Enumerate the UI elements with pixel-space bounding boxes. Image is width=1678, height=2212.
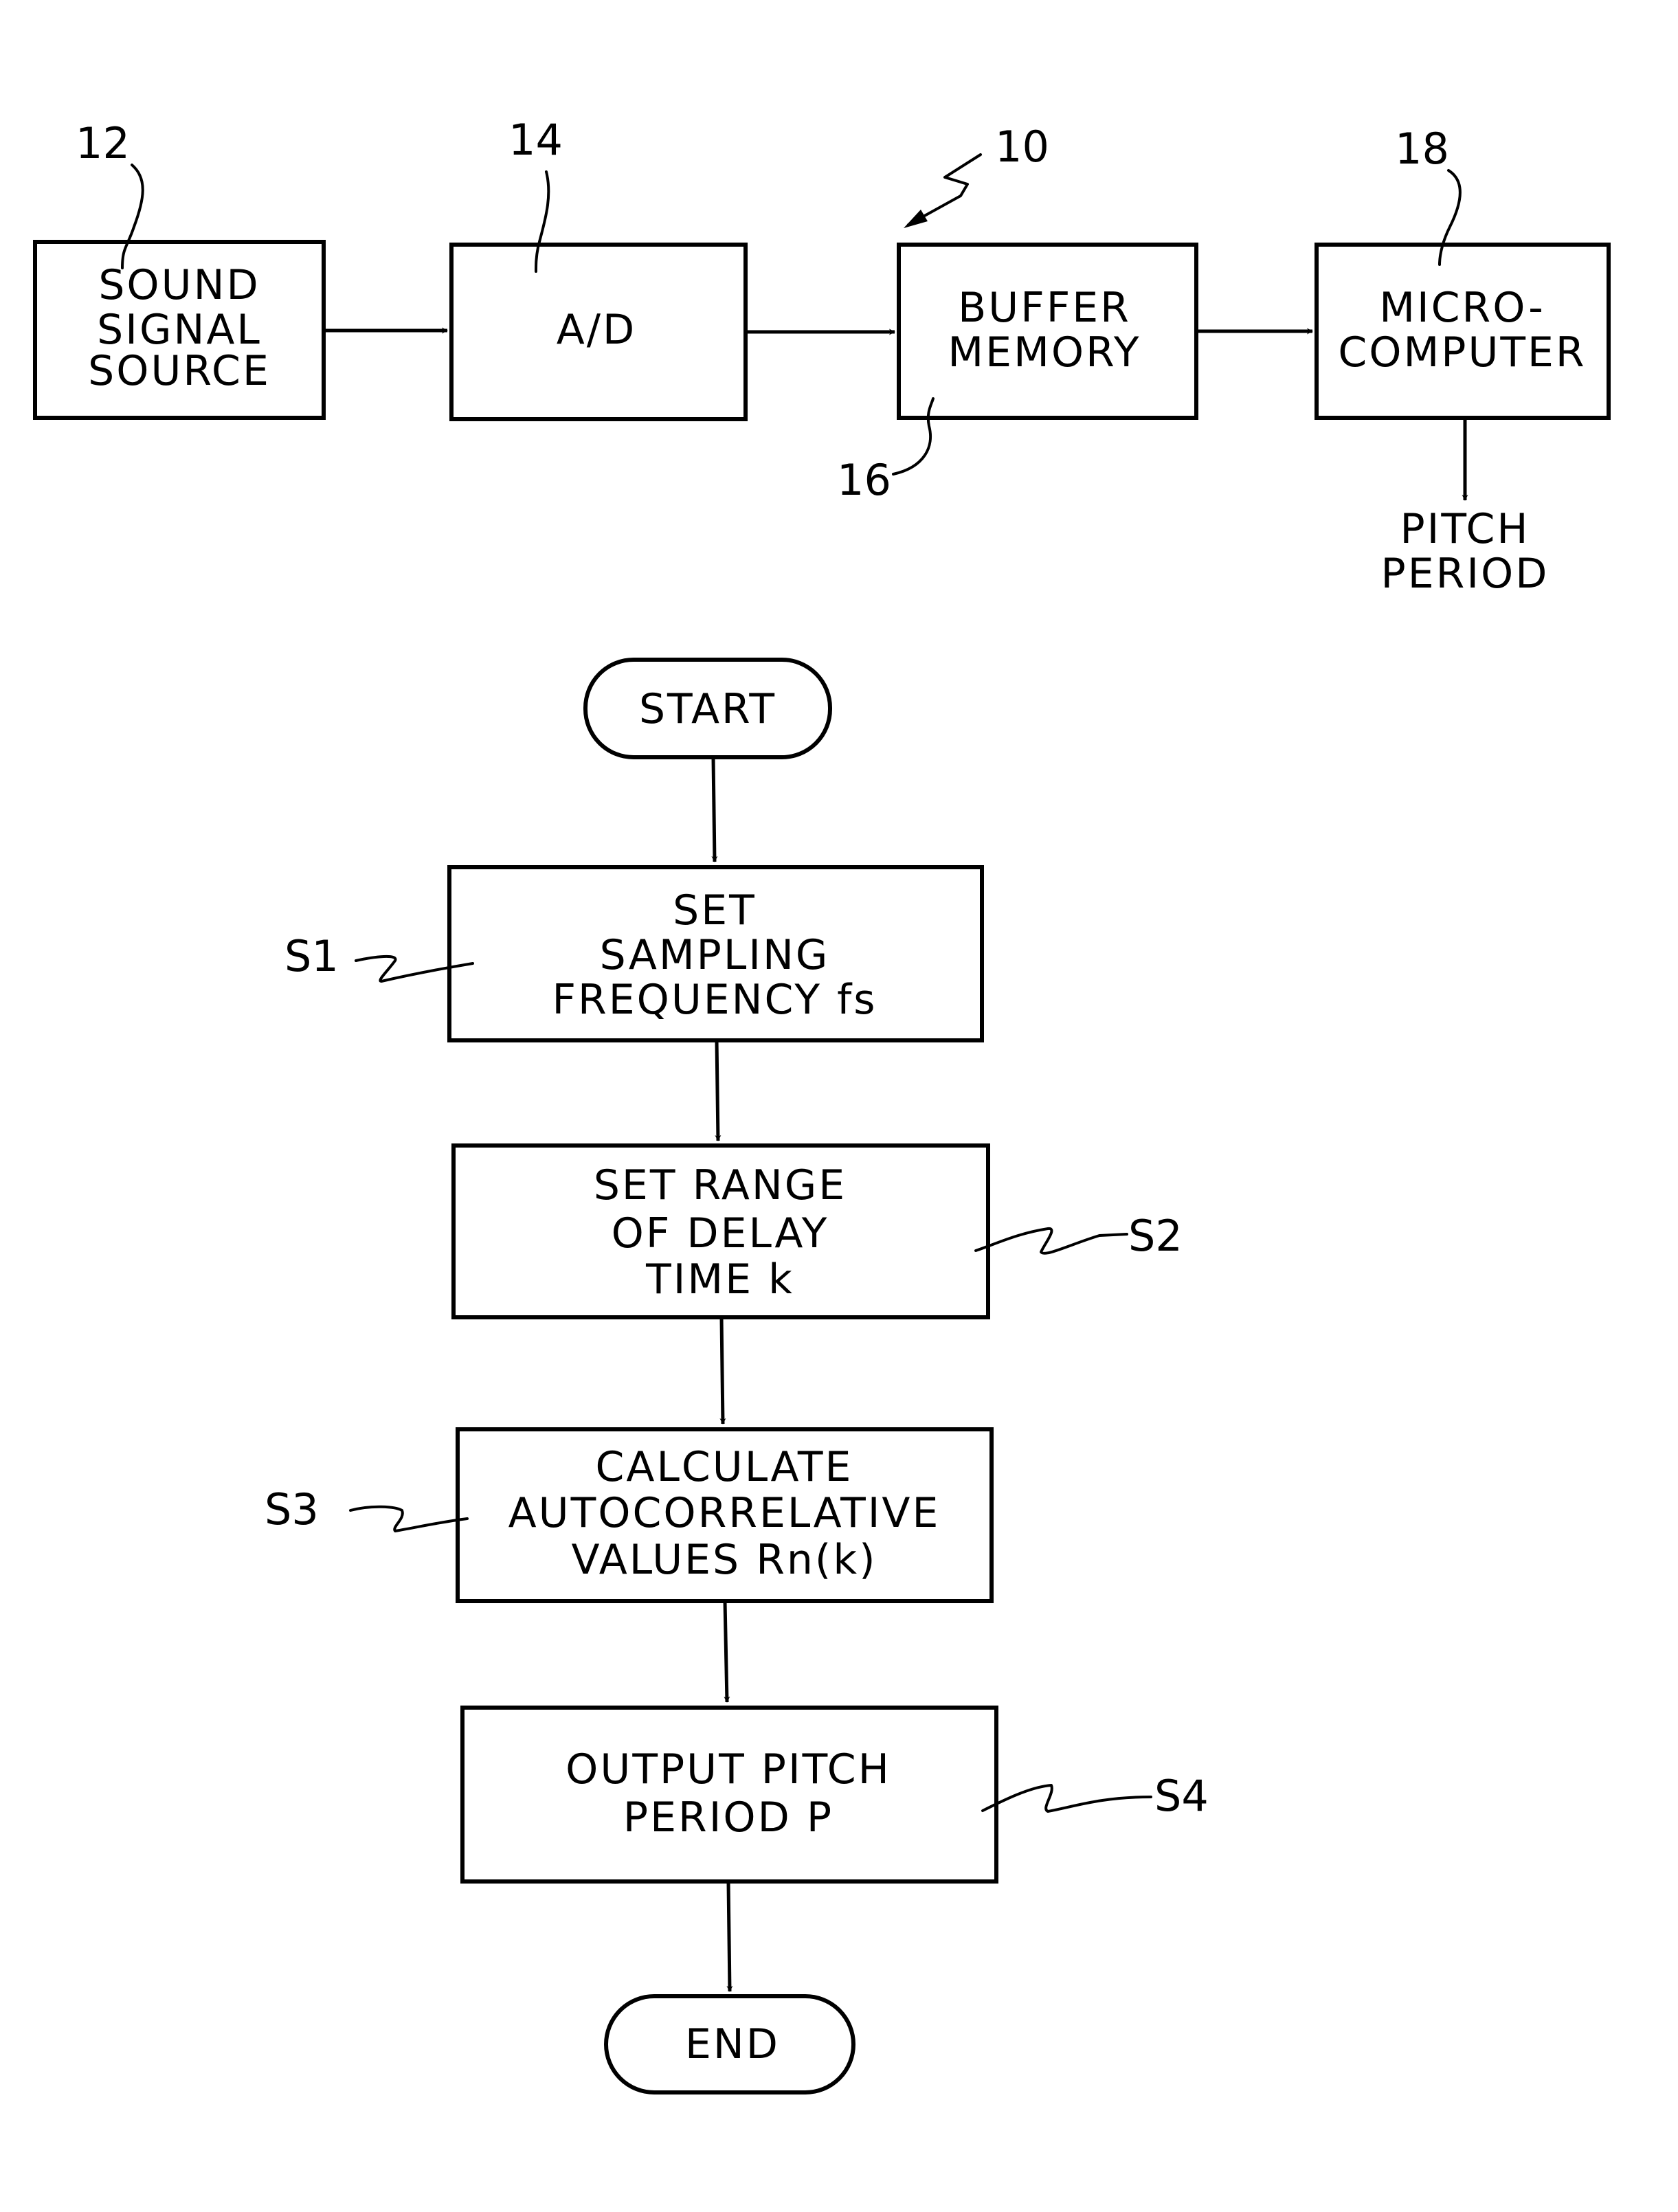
leader-line-s3 xyxy=(349,1505,469,1532)
ref-numeral-10: 10 xyxy=(995,122,1049,172)
end-label: END xyxy=(685,2020,780,2068)
block-18-line-1: MICRO- xyxy=(1379,284,1545,332)
block-ad-converter: A/D xyxy=(449,243,748,421)
arrow-s2-to-s3 xyxy=(719,1317,726,1425)
step-s2-line-2: OF DELAY xyxy=(612,1209,829,1258)
step-s1-line-2: SAMPLING xyxy=(600,931,830,979)
step-s3-line-2: AUTOCORRELATIVE xyxy=(508,1489,941,1537)
ref-numeral-16: 16 xyxy=(837,455,891,505)
step-s2-line-1: SET RANGE xyxy=(594,1161,847,1209)
step-s4-id: S4 xyxy=(1154,1771,1209,1821)
step-s4-line-1: OUTPUT PITCH xyxy=(566,1745,891,1794)
block-14-line-1: A/D xyxy=(557,306,636,354)
patent-figure: #canvas marker path { } SOUND SIGNAL SOU… xyxy=(33,115,1611,2094)
block-16-line-1: BUFFER xyxy=(958,284,1131,332)
end-terminal: END xyxy=(604,1994,855,2094)
leader-line-s4 xyxy=(981,1784,1152,1813)
step-s1: SET SAMPLING FREQUENCY fs xyxy=(447,865,984,1042)
step-s3: CALCULATE AUTOCORRELATIVE VALUES Rn(k) xyxy=(456,1427,994,1603)
block-16-line-2: MEMORY xyxy=(948,328,1141,377)
step-s2-id: S2 xyxy=(1128,1211,1183,1261)
block-sound-signal-source: SOUND SIGNAL SOURCE xyxy=(33,240,326,420)
arrow-s3-to-s4 xyxy=(723,1600,730,1703)
step-s3-line-1: CALCULATE xyxy=(596,1443,853,1491)
step-s4-line-2: PERIOD P xyxy=(623,1794,834,1842)
flowchart: START SET SAMPLING FREQUENCY fs S1 SET R… xyxy=(265,658,1209,2094)
arrowhead-10 xyxy=(904,210,928,228)
output-label-line-1: PITCH xyxy=(1400,505,1530,553)
step-s1-id: S1 xyxy=(284,931,339,981)
step-s2-line-3: TIME k xyxy=(645,1255,794,1304)
arrow-start-to-s1 xyxy=(711,757,718,862)
block-diagram: SOUND SIGNAL SOURCE 12 A/D 14 BUFFER MEM… xyxy=(33,115,1611,598)
step-s1-line-3: FREQUENCY fs xyxy=(552,976,877,1024)
step-s3-line-3: VALUES Rn(k) xyxy=(572,1536,877,1584)
block-18-line-2: COMPUTER xyxy=(1338,328,1586,377)
step-s2: SET RANGE OF DELAY TIME k xyxy=(451,1143,990,1319)
step-s4: OUTPUT PITCH PERIOD P xyxy=(460,1706,998,1884)
start-label: START xyxy=(639,685,776,733)
ref-numeral-18: 18 xyxy=(1395,124,1449,174)
block-microcomputer: MICRO- COMPUTER xyxy=(1315,243,1611,420)
step-s1-line-1: SET xyxy=(673,886,757,935)
output-label-line-2: PERIOD xyxy=(1381,550,1550,598)
ref-numeral-12: 12 xyxy=(76,118,130,168)
arrow-s1-to-s2 xyxy=(715,1040,721,1141)
leader-line-s2 xyxy=(974,1227,1128,1255)
arrow-s4-to-end xyxy=(726,1881,733,1992)
start-terminal: START xyxy=(583,658,832,759)
step-s3-id: S3 xyxy=(265,1484,319,1534)
block-buffer-memory: BUFFER MEMORY xyxy=(897,243,1198,420)
block-12-line-3: SOURCE xyxy=(88,347,271,395)
ref-numeral-14: 14 xyxy=(508,115,563,165)
